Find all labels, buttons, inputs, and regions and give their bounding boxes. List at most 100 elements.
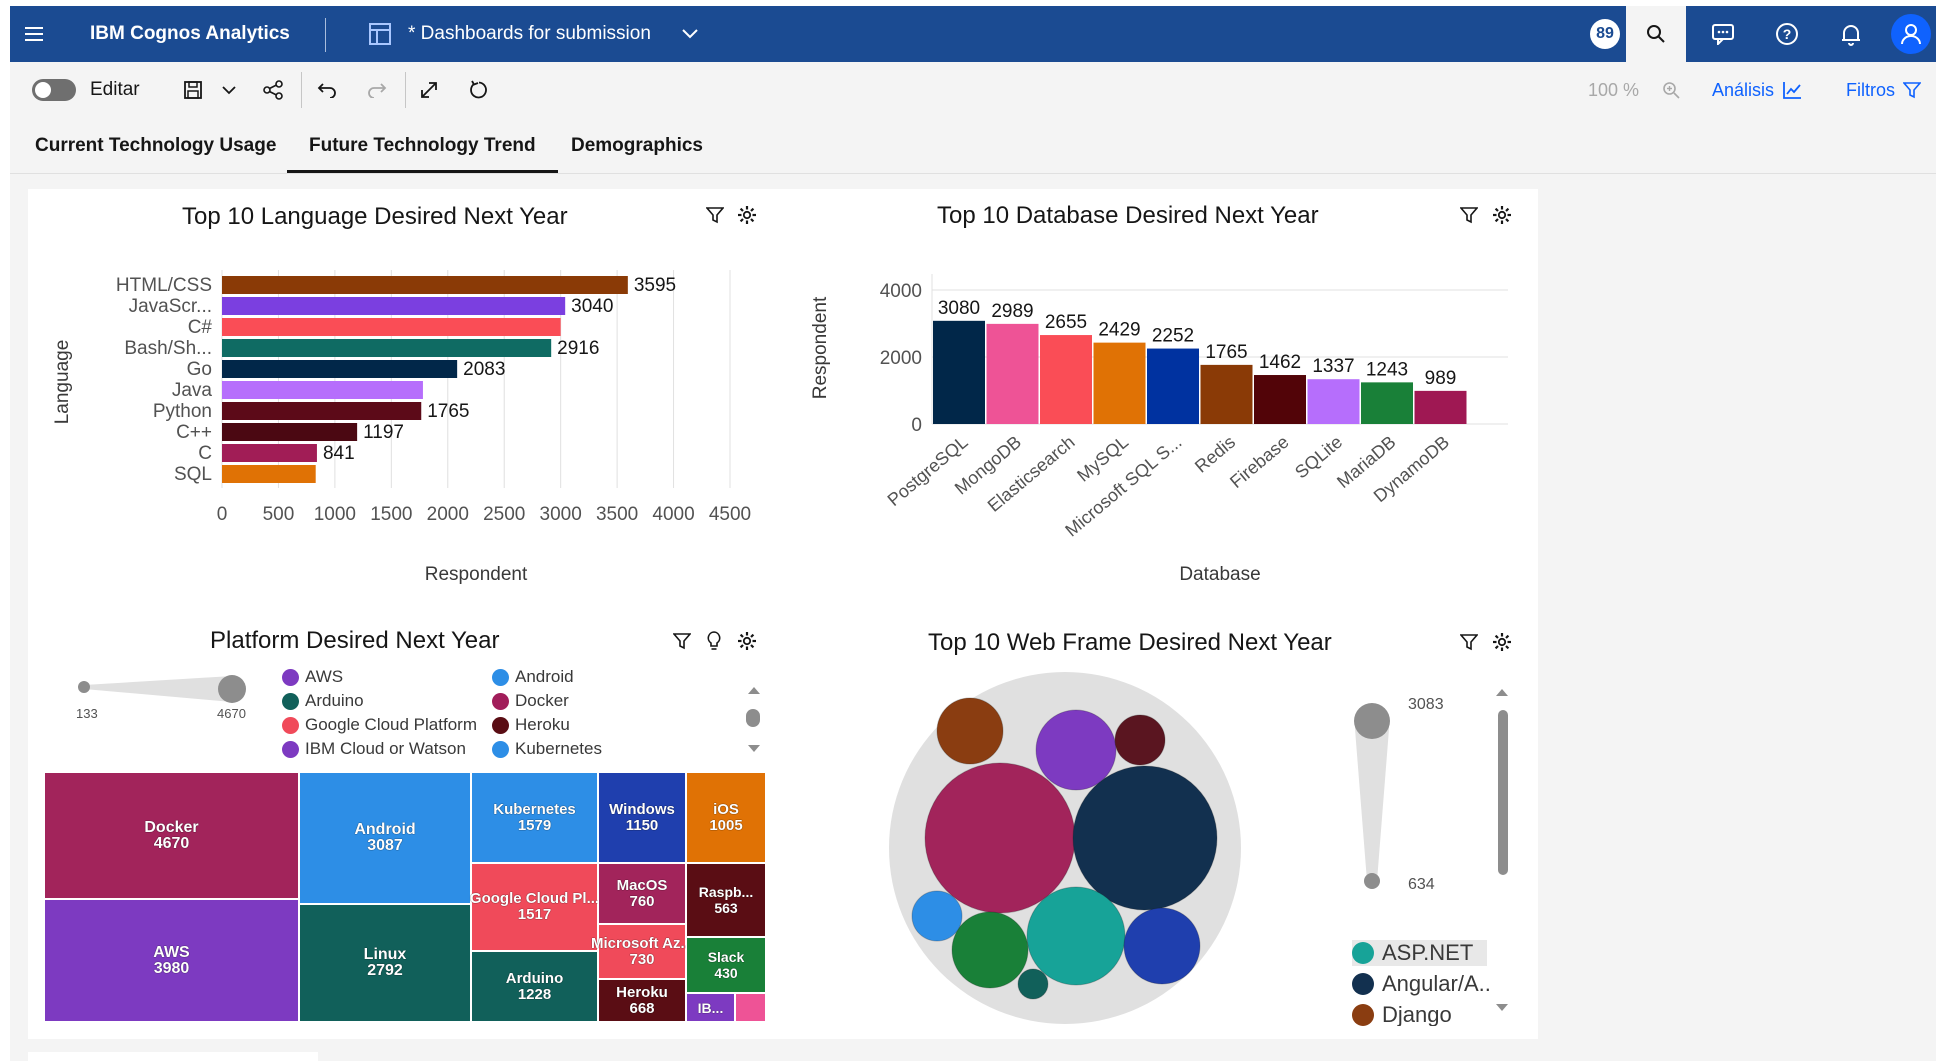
legend-item[interactable]: Django — [1352, 1002, 1452, 1026]
tab-current-technology-usage[interactable]: Current Technology Usage — [35, 118, 276, 173]
settings-icon[interactable] — [737, 205, 757, 230]
filters-label: Filtros — [1846, 79, 1895, 100]
legend-swatch — [282, 716, 299, 734]
treemap-label-name: Raspb... — [698, 884, 754, 900]
legend-item[interactable]: Android — [492, 667, 574, 687]
y-tick-label: 2000 — [880, 348, 922, 369]
legend-label: Angular/A.. — [1382, 971, 1491, 996]
tab-future-technology-trend[interactable]: Future Technology Trend — [287, 118, 558, 173]
user-avatar-icon[interactable] — [1882, 6, 1936, 62]
undo-icon[interactable] — [314, 76, 340, 104]
webframe-bubble-chart — [889, 672, 1241, 1024]
treemap-label-value: 4670 — [153, 834, 190, 852]
x-tick-label: 4500 — [709, 504, 751, 525]
legend-item[interactable]: Kubernetes — [492, 739, 602, 759]
filter-icon[interactable] — [1459, 206, 1479, 229]
bubble — [1072, 765, 1218, 911]
bar — [222, 339, 552, 357]
treemap-label-value: 1517 — [517, 906, 552, 923]
y-tick-label: C — [198, 443, 212, 464]
toolbar: Editar 100 % Análisis Filtros — [10, 62, 1936, 119]
tab-demographics[interactable]: Demographics — [571, 118, 703, 173]
legend-swatch — [492, 716, 509, 734]
help-icon[interactable]: ? — [1758, 6, 1816, 62]
bar — [1414, 390, 1467, 424]
slider-max-handle — [1354, 703, 1390, 739]
treemap-label: Arduino 1228 — [506, 970, 564, 1003]
legend-item[interactable]: AWS — [282, 667, 343, 687]
data-label: 2252 — [1152, 326, 1194, 347]
bar — [222, 423, 358, 441]
treemap-label-name: AWS — [153, 943, 190, 961]
legend-item[interactable]: Arduino — [282, 691, 364, 711]
legend-scrollbar-thumb[interactable] — [746, 709, 760, 727]
bell-icon[interactable] — [1822, 6, 1880, 62]
data-label: 989 — [1425, 368, 1457, 389]
search-icon[interactable] — [1626, 6, 1686, 62]
filters-button[interactable]: Filtros — [1846, 76, 1921, 104]
filter-icon[interactable] — [672, 632, 692, 655]
scroll-down-icon[interactable] — [1495, 1000, 1509, 1018]
slider-min-handle — [1364, 873, 1380, 889]
save-icon[interactable] — [180, 76, 206, 104]
reset-icon[interactable] — [466, 76, 492, 104]
analysis-button[interactable]: Análisis — [1712, 76, 1802, 104]
treemap-label-value: 1150 — [625, 816, 659, 834]
scroll-up-icon[interactable] — [747, 682, 761, 700]
dashboard-title[interactable]: * Dashboards for submission — [408, 6, 651, 62]
bubble — [1035, 709, 1117, 791]
bubble — [1017, 968, 1049, 1000]
chevron-down-icon[interactable] — [218, 76, 240, 104]
settings-icon[interactable] — [737, 631, 757, 656]
share-icon[interactable] — [260, 76, 286, 104]
redo-icon[interactable] — [364, 76, 390, 104]
platform-treemap: Docker 4670 AWS 3980 Android 3087 Linux 2792 Kub… — [44, 772, 766, 1022]
legend-label: IBM Cloud or Watson — [305, 739, 466, 758]
analysis-label: Análisis — [1712, 79, 1775, 100]
data-label: 841 — [323, 443, 355, 464]
treemap-label-name: MacOS — [616, 876, 668, 894]
legend-swatch — [492, 692, 509, 710]
legend-scrollbar-thumb[interactable] — [1498, 710, 1508, 875]
chat-icon[interactable] — [1694, 6, 1752, 62]
bubble — [911, 890, 963, 942]
treemap-label-value: 3087 — [367, 837, 403, 854]
lightbulb-icon[interactable] — [706, 631, 722, 656]
scroll-up-icon[interactable] — [1495, 684, 1509, 702]
legend-item[interactable]: Docker — [492, 691, 569, 711]
scroll-down-icon[interactable] — [747, 741, 761, 759]
legend-swatch — [282, 668, 299, 686]
zoom-in-icon[interactable] — [1658, 76, 1684, 104]
legend-item[interactable]: Heroku — [492, 715, 570, 735]
hamburger-icon[interactable] — [10, 6, 58, 62]
legend-item[interactable]: Angular/A.. — [1352, 971, 1491, 997]
bar — [986, 323, 1039, 424]
legend-item[interactable]: Google Cloud Platform — [282, 715, 477, 735]
legend-item[interactable]: ASP.NET — [1352, 940, 1488, 966]
x-tick-label: 1500 — [370, 504, 412, 525]
slider-min-label: 133 — [76, 706, 98, 721]
settings-icon[interactable] — [1492, 205, 1512, 230]
bar — [1093, 342, 1146, 424]
bubble — [951, 911, 1029, 989]
size-range-slider[interactable] — [1348, 700, 1398, 895]
treemap-tile[interactable] — [735, 993, 766, 1022]
bar — [222, 318, 561, 336]
treemap-label-value: 1228 — [517, 985, 552, 1003]
database-bar-chart: 0 2000 4000 Respondent Database 3080 PostgreSQ… — [810, 274, 1508, 585]
legend-swatch — [492, 668, 509, 686]
legend-item[interactable]: IBM Cloud or Watson — [282, 739, 466, 759]
filter-icon[interactable] — [1459, 633, 1479, 656]
treemap-label-value: 760 — [629, 892, 655, 910]
data-label: 2916 — [557, 338, 599, 359]
expand-icon[interactable] — [416, 76, 442, 104]
settings-icon[interactable] — [1492, 632, 1512, 657]
legend-label: Kubernetes — [515, 739, 602, 758]
treemap-label-name: Windows — [609, 800, 675, 818]
product-name[interactable]: IBM Cognos Analytics — [90, 6, 290, 62]
filter-icon[interactable] — [705, 206, 725, 229]
tab-bar: Current Technology Usage Future Technolo… — [10, 118, 1936, 174]
chevron-down-icon[interactable] — [670, 6, 710, 62]
edit-toggle[interactable] — [32, 79, 76, 101]
treemap-label-value: 1579 — [517, 816, 552, 834]
